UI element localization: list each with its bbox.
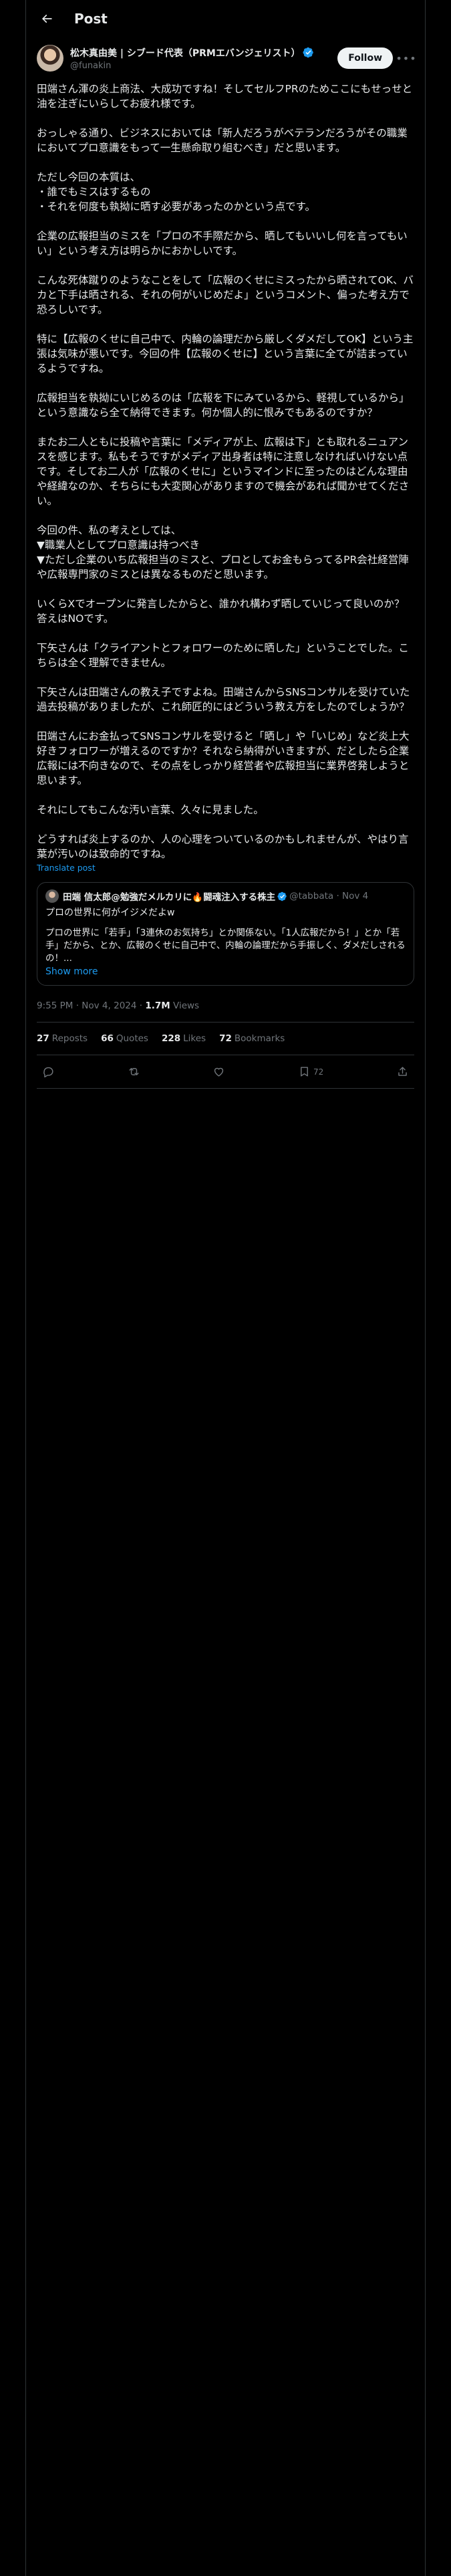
post-paragraph: いくらXでオープンに発言したからと、誰かれ構わず晒していじって良いのか？答えはN… [37, 598, 405, 625]
likes-stat[interactable]: 228 Likes [162, 1033, 206, 1044]
reposts-stat[interactable]: 27 Reposts [37, 1033, 88, 1044]
post-paragraph: 今回の件、私の考えとしては、 ▼職業人としてプロ意識は持つべき ▼ただし企業のい… [37, 524, 409, 580]
views-label: Views [173, 1000, 200, 1011]
more-icon[interactable]: ••• [396, 50, 416, 66]
right-column-border [425, 0, 426, 2576]
page-title: Post [74, 11, 108, 27]
post-paragraph: 下矢さんは田端さんの教え子ですよね。田端さんからSNSコンサルを受けていた過去投… [37, 686, 410, 713]
quoted-post-text: プロの世界に「若手」「3連休のお気持ち」とか関係ない。「1人広報だから！」とか「… [45, 928, 406, 964]
post-timestamp: 9:55 PM · Nov 4, 2024 · 1.7M Views [37, 986, 414, 1023]
bookmark-count: 72 [313, 1067, 324, 1077]
reply-button[interactable] [42, 1065, 55, 1078]
share-icon [398, 1067, 407, 1076]
post-paragraph: 企業の広報担当のミスを「プロの不手際だから、晒してもいいし何を言ってもいい」とい… [37, 230, 408, 257]
follow-button[interactable]: Follow [337, 47, 393, 69]
verified-badge-icon [277, 891, 287, 901]
quoted-post-header: 田端 信太郎@勉強だメルカリに🔥闘魂注入する株主 @tabbata · Nov … [45, 889, 406, 903]
post-text: 田端さん渾の炎上商法、大成功ですね！そしてセルフPRのためここにもせっせと油を注… [26, 75, 425, 861]
show-more-link[interactable]: Show more [45, 966, 406, 977]
quoted-author-handle: @tabbata [289, 891, 334, 901]
post-paragraph: 下矢さんは「クライアントとフォロワーのために晒した」ということでした。こちらは全… [37, 642, 409, 669]
bookmark-button[interactable]: 72 [298, 1065, 323, 1078]
post-paragraph: 特に【広報のくせに自己中で、内輪の論理だから厳しくダメだしてOK】という主張は気… [37, 333, 414, 374]
quoted-post-date: Nov 4 [342, 891, 369, 901]
post-paragraph: それにしてもこんな汚い言葉、久々に見ました。 [37, 804, 264, 816]
translate-post-link[interactable]: Translate post [26, 861, 425, 873]
back-button[interactable] [37, 9, 57, 29]
reply-icon [43, 1067, 53, 1078]
back-arrow-icon [41, 14, 52, 23]
quoted-author-name: 田端 信太郎@勉強だメルカリに🔥闘魂注入する株主 [63, 892, 276, 903]
quoted-post-title: プロの世界に何がイジメだよw [45, 907, 175, 918]
post-paragraph: 広報担当を執拗にいじめるのは「広報を下にみているから、軽視しているから」という意… [37, 392, 410, 419]
post-paragraph: おっしゃる通り、ビジネスにおいては「新人だろうがベテランだろうがその職業において… [37, 127, 408, 154]
like-icon [214, 1067, 224, 1077]
quotes-stat[interactable]: 66 Quotes [101, 1033, 148, 1044]
author-avatar[interactable] [37, 45, 63, 72]
engagement-stats: 27 Reposts 66 Quotes 228 Likes 72 Bookmarks [37, 1023, 414, 1055]
verified-badge-icon [303, 47, 313, 58]
post-paragraph: 田端さん渾の炎上商法、大成功ですね！そしてセルフPRのためここにもせっせと油を注… [37, 83, 413, 110]
bookmarks-stat[interactable]: 72 Bookmarks [219, 1033, 285, 1044]
quoted-post[interactable]: 田端 信太郎@勉強だメルカリに🔥闘魂注入する株主 @tabbata · Nov … [37, 882, 414, 986]
post-paragraph: 田端さんにお金払ってSNSコンサルを受けると「晒し」や「いじめ」など炎上大好きフ… [37, 730, 410, 786]
post-time[interactable]: 9:55 PM [37, 1000, 73, 1011]
post-paragraph: どうすれば炎上するのか、人の心理をついているのかもしれませんが、やはり言葉が汚い… [37, 833, 409, 860]
action-bar: 72 [37, 1055, 414, 1089]
quoted-author-avatar [45, 889, 59, 903]
post-paragraph: こんな死体蹴りのようなことをして「広報のくせにミスったから晒されてOK、バカと下… [37, 274, 414, 316]
timestamp-separator: · [76, 1000, 82, 1011]
repost-icon [129, 1068, 139, 1075]
share-button[interactable] [396, 1065, 409, 1078]
quoted-separator: · [333, 891, 343, 901]
repost-button[interactable] [128, 1065, 140, 1078]
post-paragraph: ただし今回の本質は、 ・誰でもミスはするもの ・それを何度も執拗に晒す必要があっ… [37, 171, 315, 213]
views-count: 1.7M [145, 1000, 170, 1011]
author-handle[interactable]: @funakin [70, 61, 332, 71]
post-date[interactable]: Nov 4, 2024 [82, 1000, 136, 1011]
post-author: 松木真由美 | シブード代表（PRMエバンジェリスト） @funakin Fol… [26, 37, 425, 75]
bookmark-icon [301, 1067, 308, 1077]
post-paragraph: またお二人ともに投稿や言葉に「メディアが上、広報は下」とも取れるニュアンスを感じ… [37, 436, 410, 507]
author-name[interactable]: 松木真由美 | シブード代表（PRMエバンジェリスト） [70, 46, 301, 60]
like-button[interactable] [212, 1065, 225, 1078]
post-column: Post 松木真由美 | シブード代表（PRMエバンジェリスト） @funaki… [26, 0, 425, 1089]
author-info: 松木真由美 | シブード代表（PRMエバンジェリスト） @funakin [70, 46, 332, 71]
top-bar: Post [26, 0, 425, 37]
